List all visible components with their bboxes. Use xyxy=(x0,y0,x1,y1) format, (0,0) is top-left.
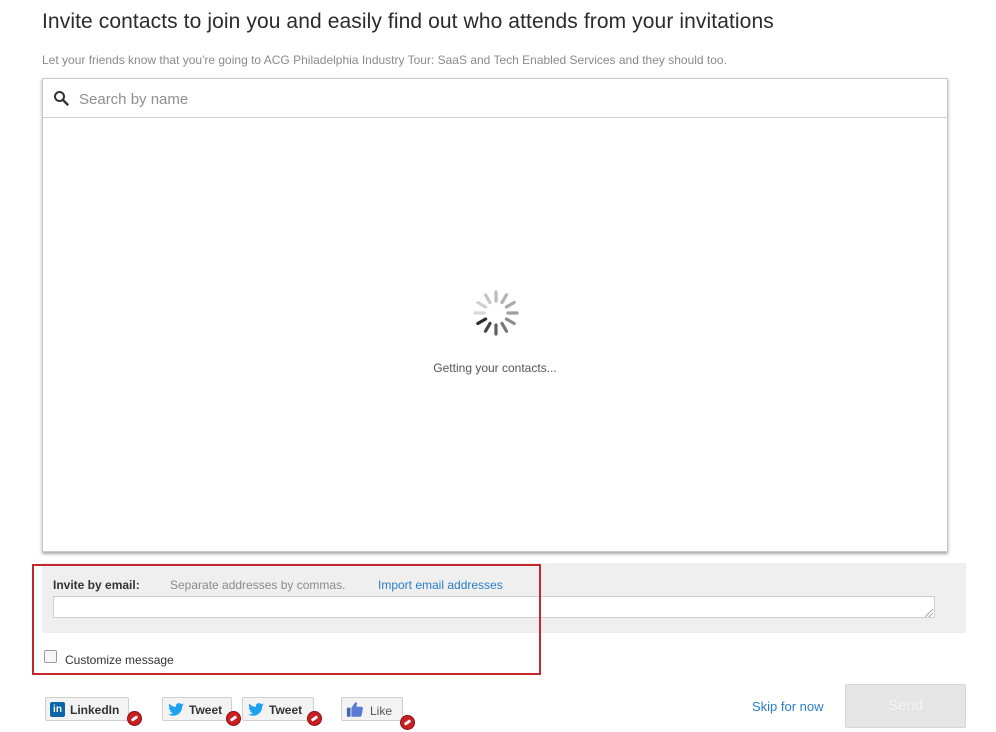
contacts-panel: Getting your contacts... xyxy=(42,78,948,552)
skip-for-now-link[interactable]: Skip for now xyxy=(752,699,824,714)
send-button[interactable]: Send xyxy=(845,684,966,728)
invite-page: Invite contacts to join you and easily f… xyxy=(0,0,996,732)
loading-text: Getting your contacts... xyxy=(433,361,557,375)
loading-spinner-icon xyxy=(473,290,519,336)
linkedin-icon: in xyxy=(50,702,65,717)
page-subtitle: Let your friends know that you're going … xyxy=(42,53,727,67)
twitter-bird-icon xyxy=(248,703,264,716)
thumbs-up-icon xyxy=(346,702,363,717)
blocked-badge-icon xyxy=(127,711,142,726)
tweet-button-2[interactable]: Tweet xyxy=(242,697,314,721)
blocked-badge-icon xyxy=(400,715,415,730)
linkedin-share-button[interactable]: in LinkedIn xyxy=(45,697,129,721)
tweet-label-2: Tweet xyxy=(269,703,303,717)
tweet-label-1: Tweet xyxy=(189,703,223,717)
page-title: Invite contacts to join you and easily f… xyxy=(42,10,774,33)
blocked-badge-icon xyxy=(226,711,241,726)
tweet-button-1[interactable]: Tweet xyxy=(162,697,232,721)
search-icon xyxy=(54,91,69,106)
search-input[interactable] xyxy=(77,85,581,113)
resize-grip-icon[interactable] xyxy=(925,609,933,617)
highlight-annotation-box xyxy=(32,564,541,675)
like-button[interactable]: Like xyxy=(341,697,403,721)
like-label: Like xyxy=(370,704,393,718)
twitter-bird-icon xyxy=(168,703,184,716)
linkedin-label: LinkedIn xyxy=(70,703,120,717)
blocked-badge-icon xyxy=(307,711,322,726)
search-bar xyxy=(43,79,947,118)
